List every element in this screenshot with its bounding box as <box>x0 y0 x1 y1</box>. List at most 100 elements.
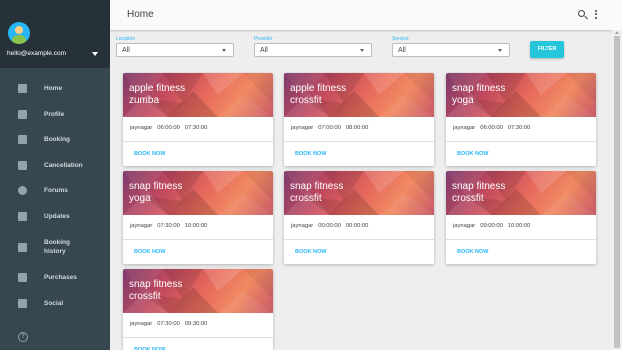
sidebar-item-cancellation[interactable]: Cancellation <box>0 153 110 179</box>
chevron-down-icon <box>222 49 226 52</box>
book-now-button[interactable]: BOOK NOW <box>134 151 165 157</box>
search-icon[interactable] <box>578 10 585 17</box>
card-banner: apple fitness crossfit <box>284 73 434 117</box>
more-vert-icon[interactable] <box>595 10 598 20</box>
card-location: jaynagar <box>130 125 153 131</box>
card-provider: snap fitness <box>290 181 344 192</box>
card-details: jaynagar 00:00:00 00:00:00 <box>291 223 373 229</box>
sidebar-item-label: Purchases <box>44 274 77 282</box>
card-start: 06:00:00 <box>157 125 180 131</box>
bookmark-icon <box>18 135 27 145</box>
card-divider <box>284 239 434 240</box>
card-details: jaynagar 07:00:00 08:00:00 <box>291 125 373 131</box>
card-end: 07:30:00 <box>184 125 208 131</box>
card-details: jaynagar 09:00:00 10:00:00 <box>453 223 535 229</box>
card-start: 06:00:00 <box>480 125 503 131</box>
location-select[interactable]: All <box>116 43 234 57</box>
avatar-body <box>12 35 26 44</box>
profile-header: hello@example.com <box>0 0 110 68</box>
sidebar-item-home[interactable]: Home <box>0 76 110 102</box>
card-banner: apple fitness zumba <box>123 73 273 117</box>
card-banner: snap fitness crossfit <box>284 171 434 215</box>
service-select-value: All <box>398 47 406 54</box>
location-filter-label: Location <box>116 36 135 42</box>
sidebar-item-updates[interactable]: Updates <box>0 204 110 230</box>
filter-button[interactable]: FILTER <box>530 41 564 58</box>
book-now-button[interactable]: BOOK NOW <box>295 249 326 255</box>
chevron-down-icon <box>498 49 502 52</box>
card-service: yoga <box>129 193 151 204</box>
card-divider <box>123 141 273 142</box>
card-details: jaynagar 07:30:00 09:30:00 <box>130 321 212 327</box>
card-provider: apple fitness <box>290 83 347 94</box>
card-banner: snap fitness yoga <box>446 73 596 117</box>
info-icon <box>18 186 27 196</box>
card-end: 08:00:00 <box>345 125 369 131</box>
sidebar-item-booking[interactable]: Booking <box>0 127 110 153</box>
avatar[interactable] <box>8 22 30 44</box>
sidebar: hello@example.com Home Profile Booking C… <box>0 0 110 350</box>
card-end: 10:00:00 <box>507 223 531 229</box>
card-title: snap fitness crossfit <box>290 181 343 205</box>
class-card: apple fitness zumba jaynagar 06:00:00 07:30:… <box>123 73 273 166</box>
sidebar-item-label: Social <box>44 299 64 307</box>
scroll-thumb[interactable] <box>614 36 620 348</box>
forum-icon <box>18 211 27 221</box>
card-divider <box>284 141 434 142</box>
card-title: snap fitness crossfit <box>452 181 505 205</box>
book-now-button[interactable]: BOOK NOW <box>457 249 488 255</box>
app-header: Home <box>110 0 622 30</box>
page-title: Home <box>127 9 154 20</box>
class-card: snap fitness yoga jaynagar 07:30:00 10:00:00… <box>123 171 273 264</box>
card-provider: apple fitness <box>129 83 186 94</box>
card-divider <box>446 141 596 142</box>
card-start: 00:00:00 <box>318 223 341 229</box>
sidebar-item-label: Booking <box>44 136 70 144</box>
card-details: jaynagar 07:30:00 10:00:00 <box>130 223 212 229</box>
book-now-button[interactable]: BOOK NOW <box>295 151 326 157</box>
sidebar-item-social[interactable]: Social <box>0 291 110 317</box>
card-start: 07:30:00 <box>157 223 180 229</box>
card-details: jaynagar 06:00:00 07:30:00 <box>130 125 212 131</box>
class-card: apple fitness crossfit jaynagar 07:00:00 08:… <box>284 73 434 166</box>
card-service: crossfit <box>290 193 322 204</box>
card-title: apple fitness zumba <box>129 83 185 107</box>
cart-icon <box>18 298 27 308</box>
card-location: jaynagar <box>130 223 153 229</box>
provider-filter-label: Provider <box>254 36 273 42</box>
class-card: snap fitness crossfit jaynagar 09:00:00 10:0… <box>446 171 596 264</box>
sidebar-nav: Home Profile Booking Cancellation Forums… <box>0 76 110 316</box>
card-divider <box>446 239 596 240</box>
tag-icon <box>18 273 27 283</box>
card-provider: snap fitness <box>452 83 506 94</box>
card-location: jaynagar <box>453 223 476 229</box>
sidebar-item-booking-history[interactable]: Booking history <box>0 229 110 265</box>
card-location: jaynagar <box>130 321 153 327</box>
card-service: zumba <box>129 95 160 106</box>
card-divider <box>123 239 273 240</box>
card-provider: snap fitness <box>129 279 183 290</box>
home-icon <box>18 84 27 94</box>
card-location: jaynagar <box>291 223 314 229</box>
provider-filter: Provider All <box>254 36 372 57</box>
sidebar-item-forums[interactable]: Forums <box>0 178 110 204</box>
card-title: apple fitness crossfit <box>290 83 346 107</box>
help-icon[interactable]: ? <box>18 332 28 342</box>
card-start: 07:00:00 <box>318 125 341 131</box>
scrollbar[interactable] <box>612 30 622 350</box>
sidebar-item-purchases[interactable]: Purchases <box>0 265 110 291</box>
card-start: 09:00:00 <box>480 223 503 229</box>
book-now-button[interactable]: BOOK NOW <box>134 249 165 255</box>
sidebar-item-profile[interactable]: Profile <box>0 102 110 128</box>
account-dropdown-icon[interactable] <box>92 52 98 56</box>
sidebar-item-label: Profile <box>44 110 65 118</box>
card-provider: snap fitness <box>452 181 506 192</box>
chevron-down-icon <box>360 49 364 52</box>
service-select[interactable]: All <box>392 43 510 57</box>
card-banner: snap fitness yoga <box>123 171 273 215</box>
book-now-button[interactable]: BOOK NOW <box>457 151 488 157</box>
card-end: 10:00:00 <box>184 223 208 229</box>
scroll-up-icon[interactable] <box>615 31 619 34</box>
provider-select[interactable]: All <box>254 43 372 57</box>
avatar-head <box>15 26 23 34</box>
